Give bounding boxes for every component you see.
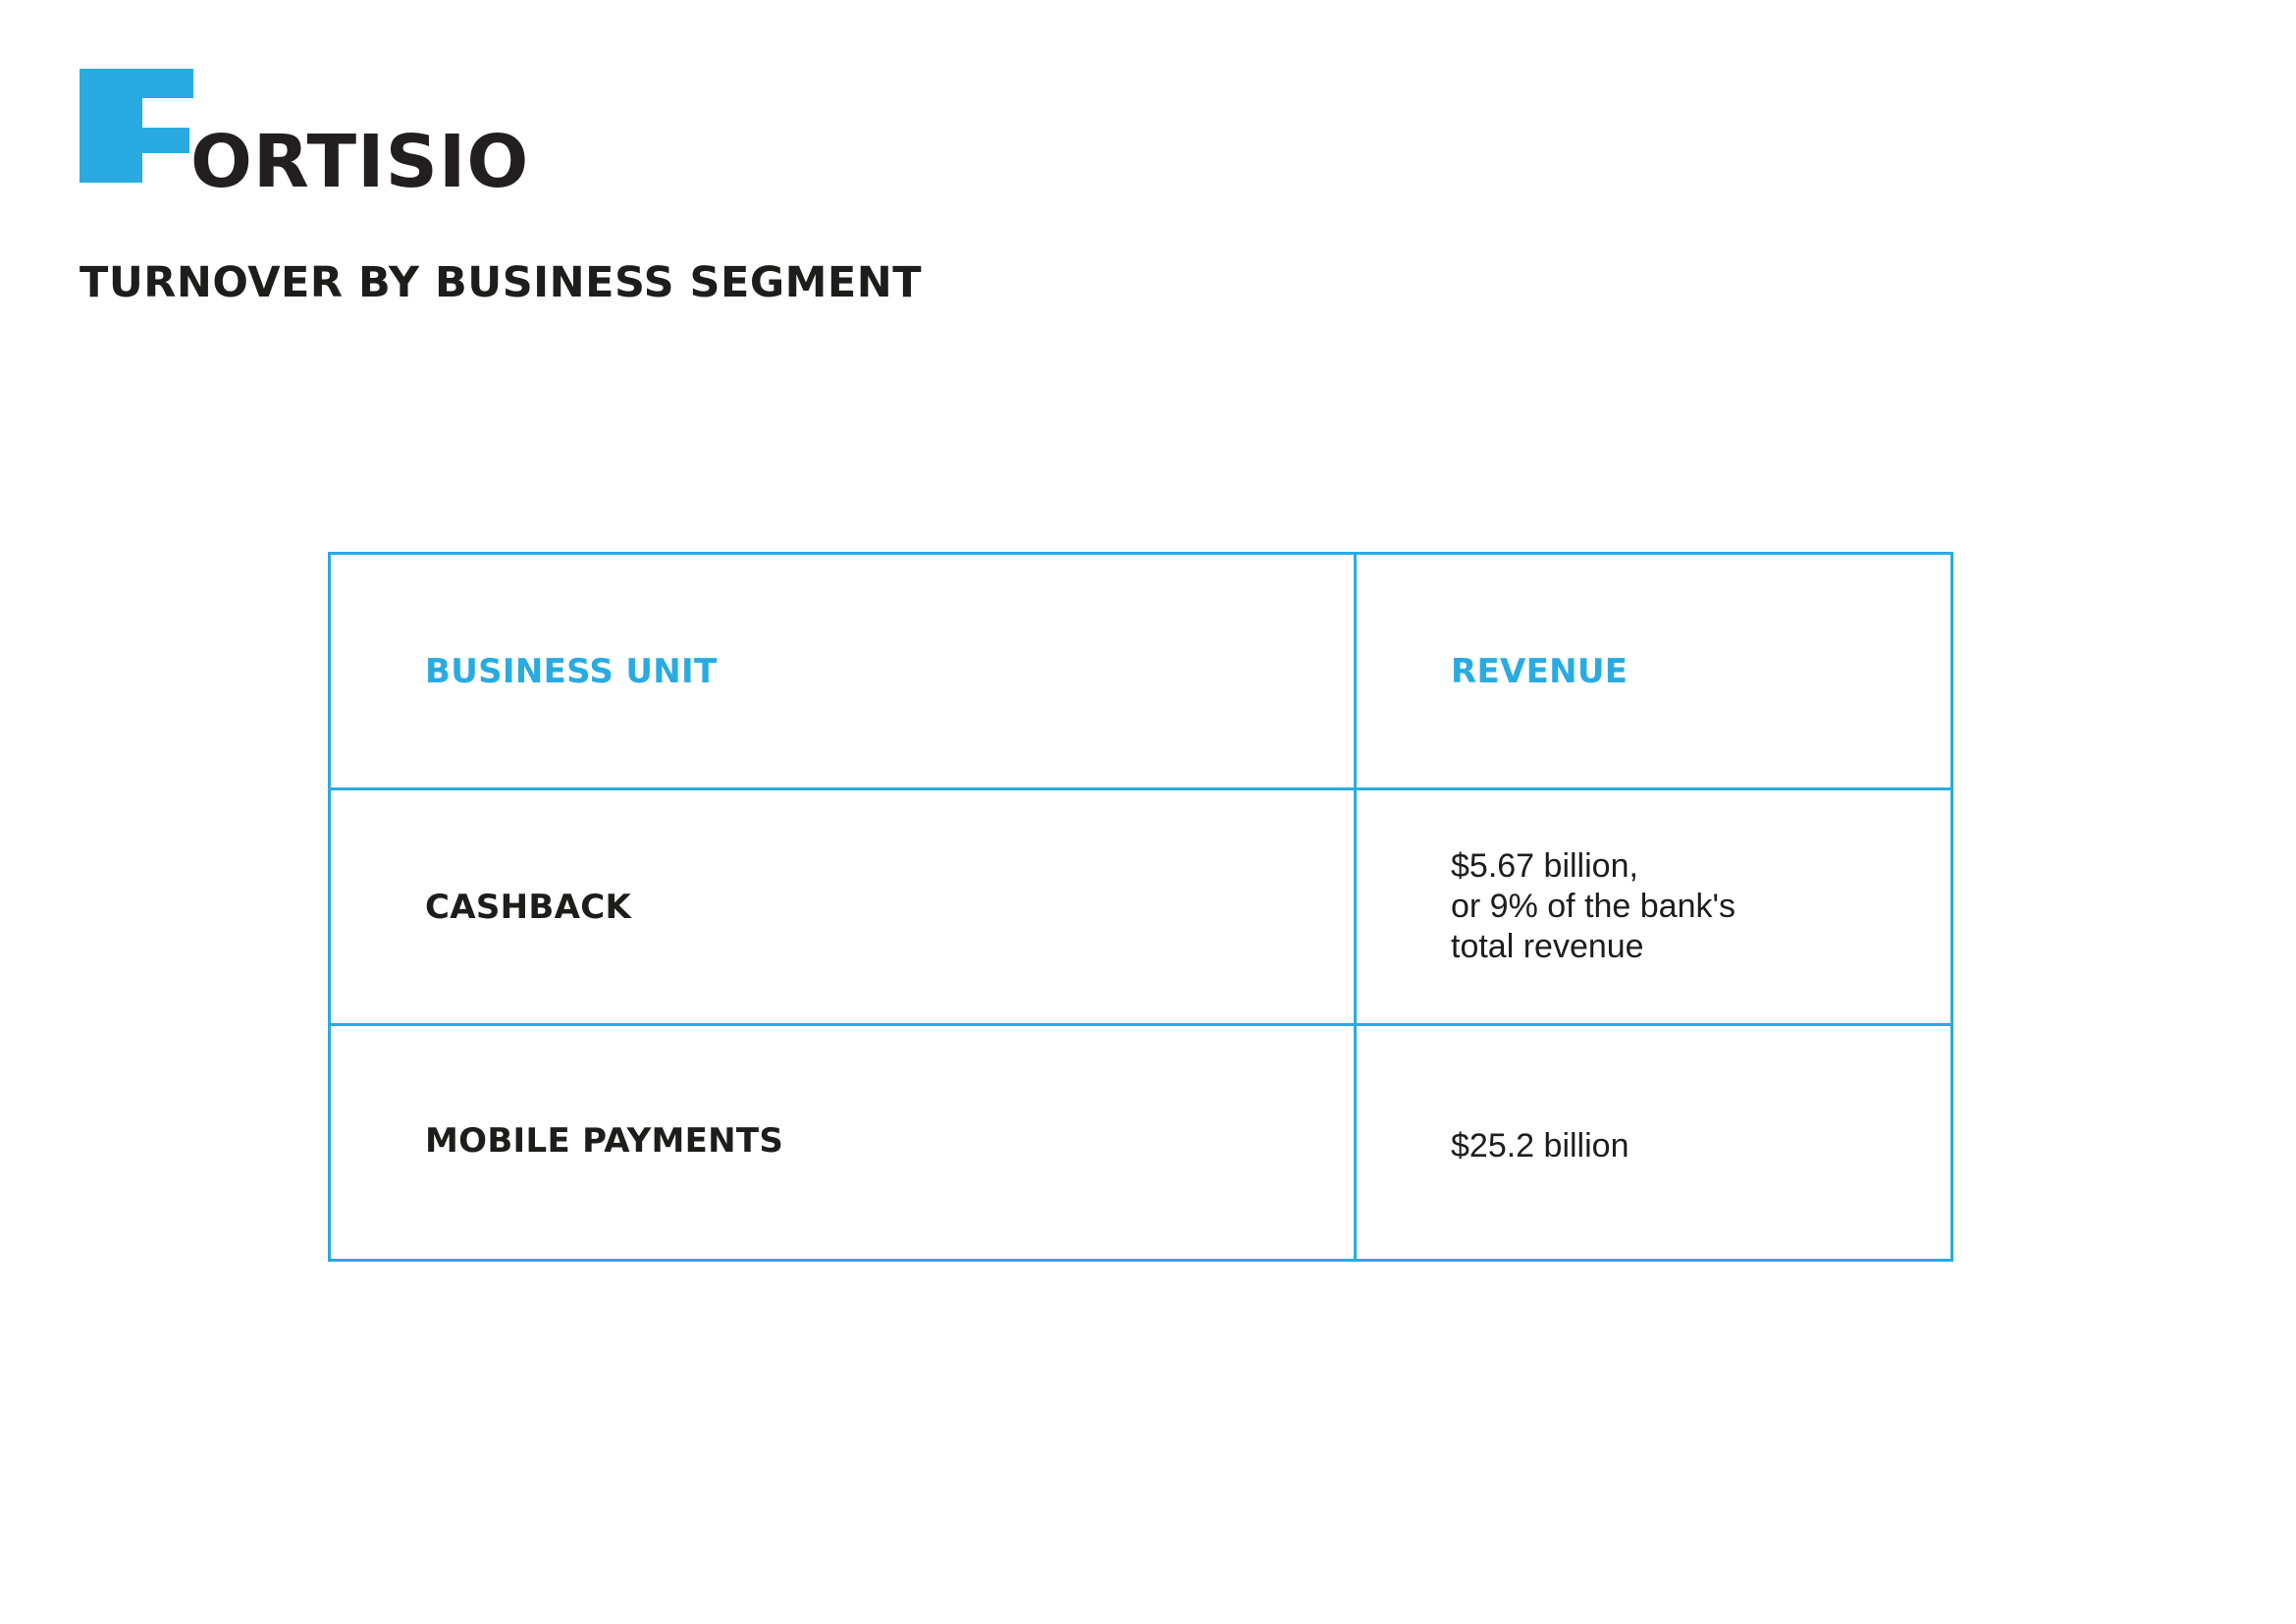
business-unit-cashback: CASHBACK	[425, 887, 632, 927]
logo-wordmark: FORTISIO	[190, 126, 529, 198]
business-unit-mobile-payments: MOBILE PAYMENTS	[425, 1120, 784, 1161]
header-revenue: REVENUE	[1451, 651, 1629, 691]
turnover-table: BUSINESS UNIT REVENUE CASHBACK $5.67 bil…	[328, 552, 1953, 1262]
revenue-cashback-line-3: total revenue	[1451, 928, 1644, 965]
table-row: MOBILE PAYMENTS $25.2 billion	[328, 1023, 1953, 1262]
fortisio-f-logo-icon	[80, 69, 193, 183]
revenue-cashback-line-1: $5.67 billion,	[1451, 847, 1638, 885]
logo-wordmark-rest: ORTISIO	[190, 120, 530, 204]
page-title: TURNOVER BY BUSINESS SEGMENT	[80, 258, 923, 307]
table-header-row: BUSINESS UNIT REVENUE	[328, 552, 1953, 790]
cell-revenue: $5.67 billion, or 9% of the bank's total…	[1354, 787, 1953, 1026]
revenue-mobile-payments: $25.2 billion	[1451, 1127, 1629, 1164]
header-cell-business-unit: BUSINESS UNIT	[328, 552, 1357, 790]
header-cell-revenue: REVENUE	[1354, 552, 1953, 790]
header-business-unit: BUSINESS UNIT	[425, 651, 718, 691]
cell-revenue: $25.2 billion	[1354, 1023, 1953, 1262]
fortisio-logo: FORTISIO	[80, 69, 531, 198]
revenue-cashback-line-2: or 9% of the bank's	[1451, 888, 1735, 925]
table-row: CASHBACK $5.67 billion, or 9% of the ban…	[328, 787, 1953, 1026]
cell-business-unit: MOBILE PAYMENTS	[328, 1023, 1357, 1262]
cell-business-unit: CASHBACK	[328, 787, 1357, 1026]
